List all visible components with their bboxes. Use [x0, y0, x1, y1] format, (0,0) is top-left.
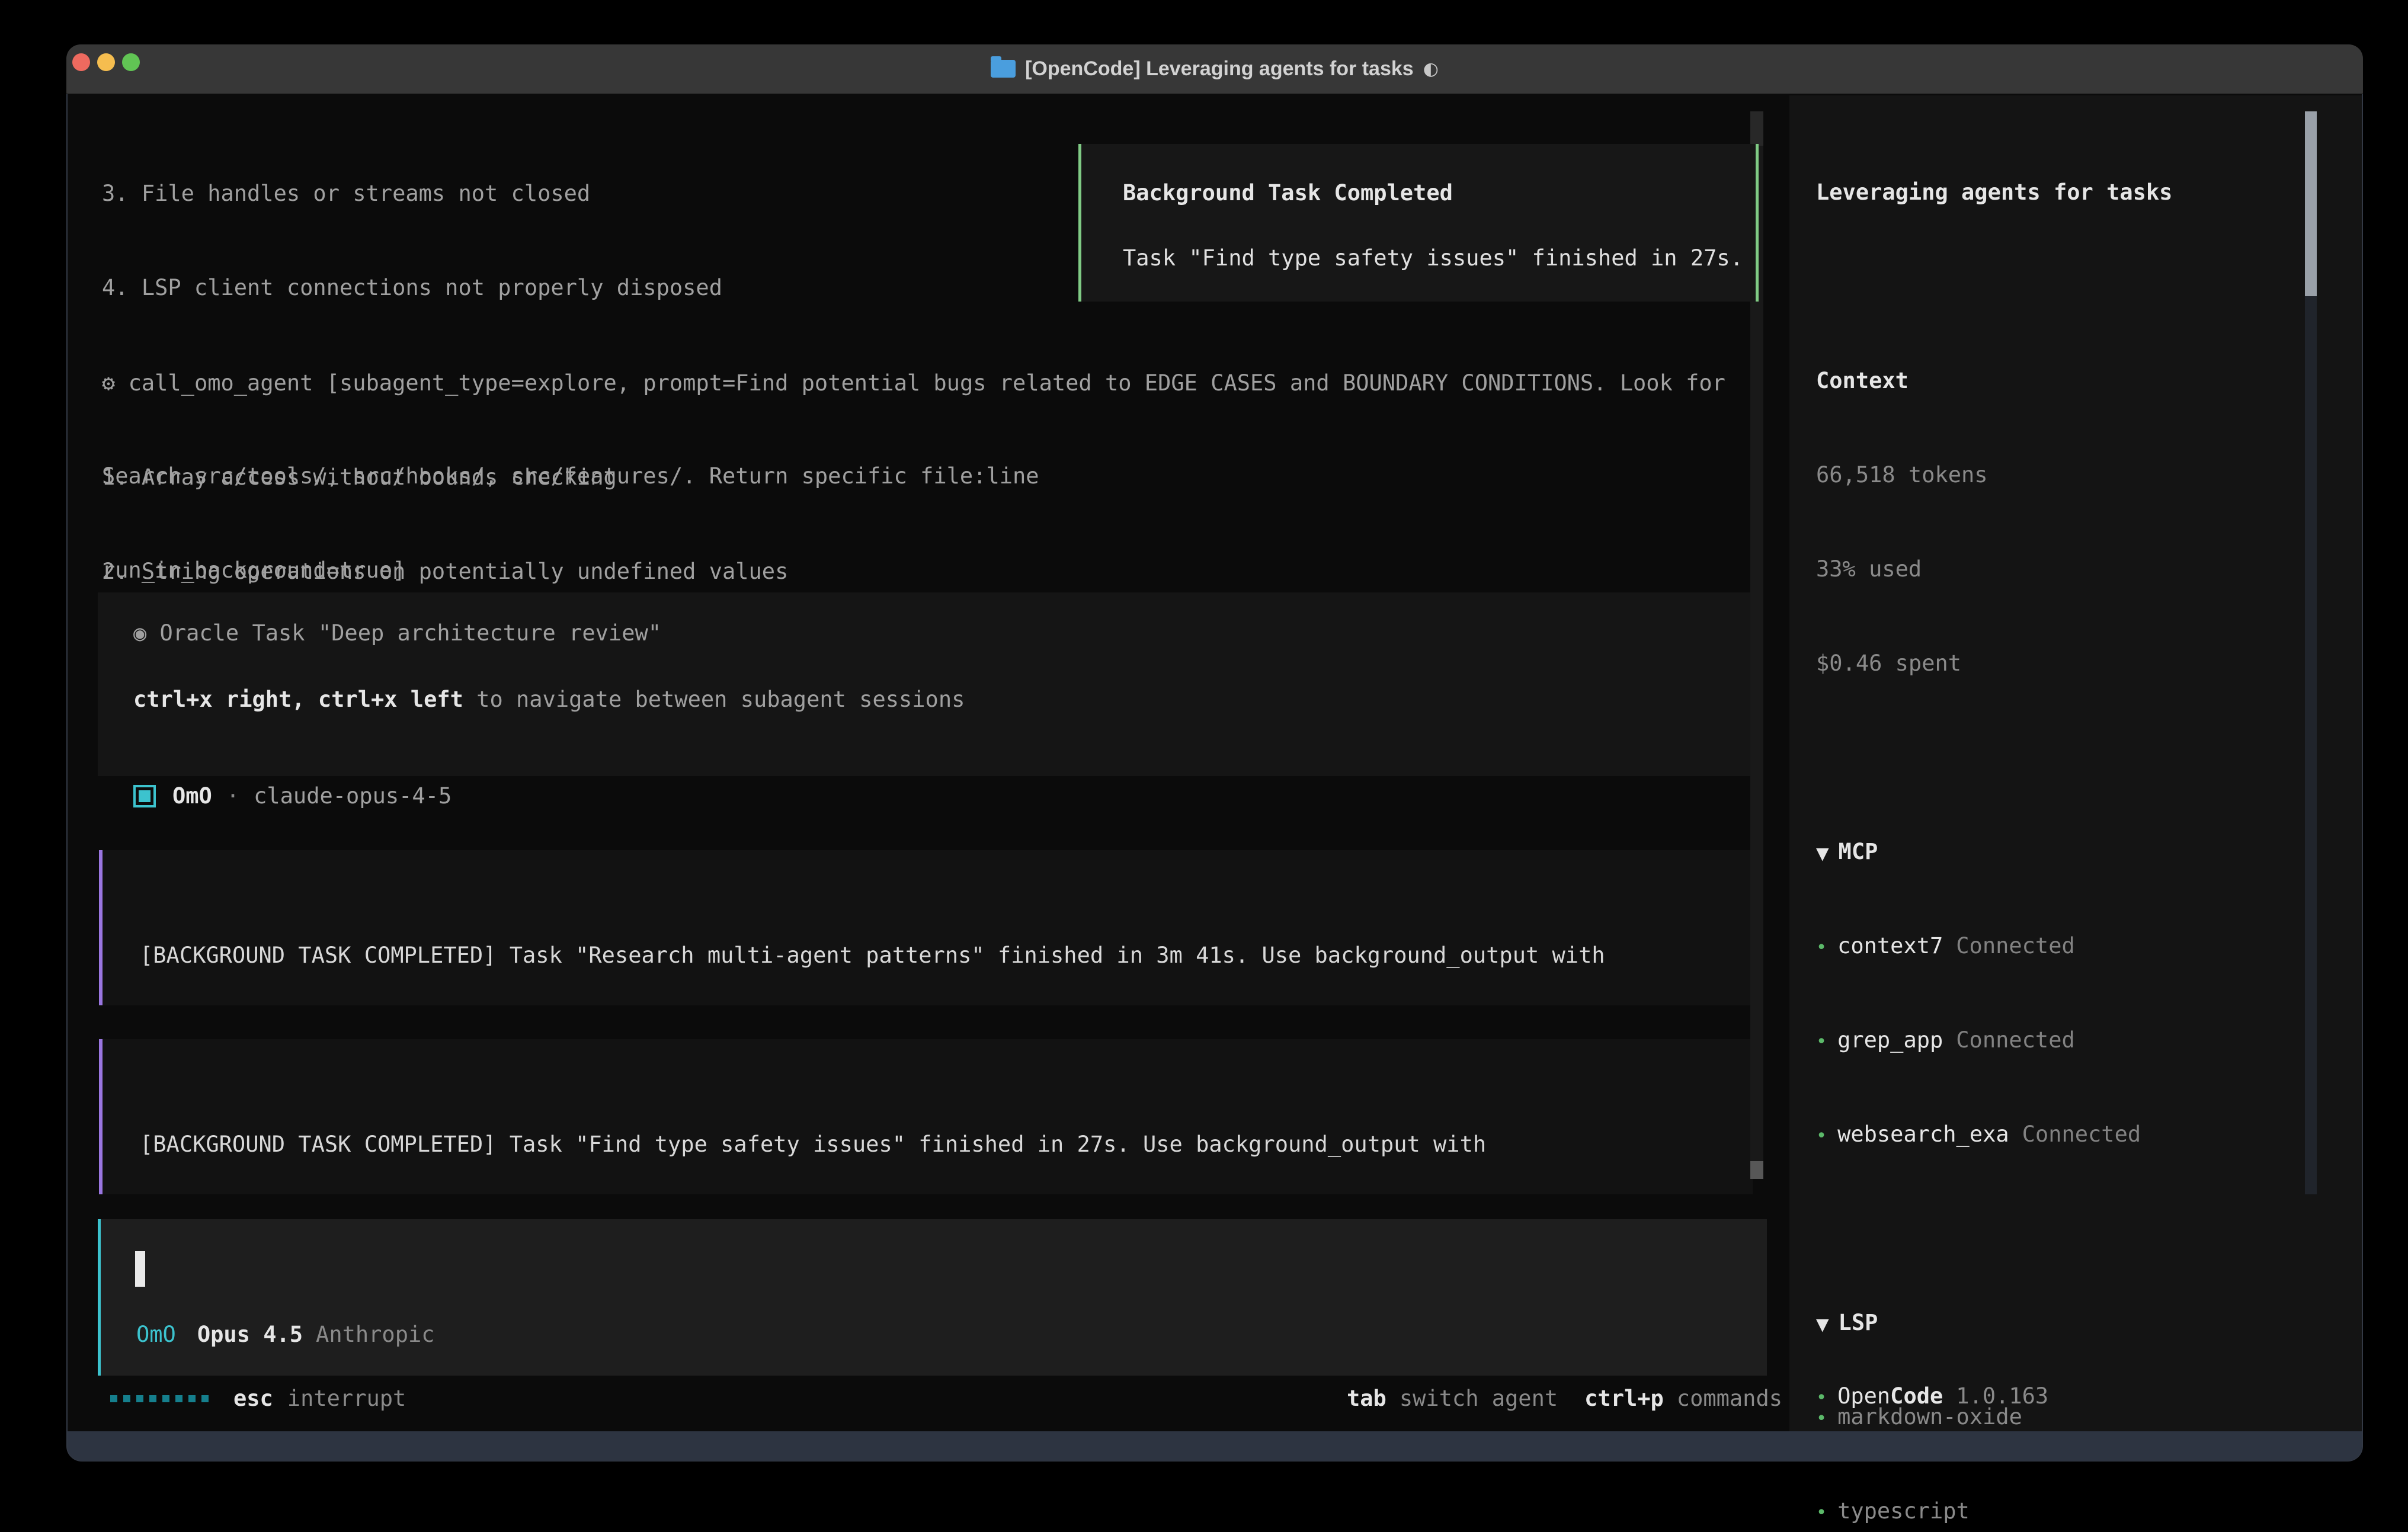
agent-square-icon	[133, 785, 156, 807]
statusbar-left: esc interrupt	[110, 1383, 406, 1414]
tab-action-label: switch agent	[1400, 1383, 1558, 1414]
sidebar: Leveraging agents for tasks Context 66,5…	[1816, 114, 2304, 1532]
background-task-message: [BACKGROUND TASK COMPLETED] Task "Resear…	[99, 850, 1753, 1005]
toast-title: Background Task Completed	[1123, 177, 1453, 209]
window-title-group: [OpenCode] Leveraging agents for tasks ◐	[991, 57, 1439, 81]
input-agent-name: OmO	[136, 1322, 176, 1347]
output-line: 1. Array access without bounds checking	[102, 461, 1725, 493]
close-button[interactable]	[72, 53, 90, 71]
model-indicator[interactable]: OmO Opus 4.5 Anthropic	[136, 1319, 435, 1350]
separator-dot: ·	[226, 780, 239, 812]
agent-name: OmO	[172, 780, 212, 812]
context-heading: Context	[1816, 365, 2304, 396]
main-scrollbar-thumb[interactable]	[1750, 1161, 1763, 1179]
mcp-name: grep_app	[1837, 1027, 1943, 1053]
app-version: 1.0.163	[1956, 1383, 2048, 1409]
lsp-name: typescript	[1837, 1498, 1970, 1524]
lsp-item: • typescript	[1816, 1495, 2304, 1527]
context-tokens: 66,518 tokens	[1816, 459, 2304, 491]
sidebar-footer: • OpenCode 1.0.163	[1816, 1380, 2048, 1414]
oracle-task-panel: ◉ Oracle Task "Deep architecture review"…	[98, 592, 1754, 776]
tool-call-header: ⚙ call_omo_agent [subagent_type=explore,…	[102, 367, 1725, 399]
text-cursor	[135, 1251, 145, 1287]
toast-body: Task "Find type safety issues" finished …	[1123, 242, 1743, 274]
agent-header: OmO · claude-opus-4-5	[133, 780, 451, 812]
status-dot-icon: •	[1816, 937, 1827, 958]
brand-open: Open	[1837, 1383, 1890, 1409]
session-title: Leveraging agents for tasks	[1816, 177, 2304, 208]
hint-text: to navigate between subagent sessions	[463, 687, 965, 712]
mcp-section-header[interactable]: ▼MCP	[1816, 836, 2304, 867]
maximize-button[interactable]	[122, 53, 140, 71]
mcp-name: websearch_exa	[1837, 1121, 2009, 1147]
notification-toast[interactable]: Background Task Completed Task "Find typ…	[1078, 144, 1759, 302]
background-task-message: [BACKGROUND TASK COMPLETED] Task "Find t…	[99, 1039, 1753, 1194]
input-provider: Anthropic	[316, 1322, 434, 1347]
sidebar-scrollbar-thumb[interactable]	[2305, 111, 2317, 296]
tab-key-hint: tab	[1347, 1383, 1386, 1414]
progress-circle-icon: ◐	[1423, 59, 1439, 79]
output-line: 3. File handles or streams not closed	[102, 178, 1039, 209]
folder-icon	[991, 60, 1016, 78]
output-line: 2. String operations on potentially unde…	[102, 556, 1725, 587]
status-dot-icon: •	[1816, 1126, 1827, 1146]
spinner-dots-icon	[110, 1395, 209, 1402]
input-model-name: Opus 4.5	[197, 1322, 303, 1347]
titlebar: [OpenCode] Leveraging agents for tasks ◐	[66, 44, 2363, 94]
status-dot-icon: •	[1816, 1387, 1827, 1408]
mcp-item: • websearch_exa Connected	[1816, 1118, 2304, 1150]
oracle-hint: ctrl+x right, ctrl+x left to navigate be…	[133, 684, 965, 715]
context-spent: $0.46 spent	[1816, 648, 2304, 679]
main-scrollbar-segment[interactable]	[1750, 111, 1763, 146]
lsp-section-header[interactable]: ▼LSP	[1816, 1307, 2304, 1338]
mcp-item: • grep_app Connected	[1816, 1024, 2304, 1056]
tool-call-text: call_omo_agent [subagent_type=explore, p…	[129, 370, 1725, 396]
mcp-status: Connected	[1956, 1027, 2074, 1053]
esc-key-hint: esc	[233, 1383, 273, 1414]
mcp-status: Connected	[1956, 933, 2074, 959]
mcp-status: Connected	[2022, 1121, 2141, 1147]
chevron-down-icon: ▼	[1816, 844, 1829, 863]
status-dot-icon: •	[1816, 1031, 1827, 1052]
minimize-button[interactable]	[97, 53, 115, 71]
prompt-input[interactable]	[98, 1219, 1767, 1376]
context-used: 33% used	[1816, 553, 2304, 585]
agent-model: claude-opus-4-5	[254, 780, 451, 812]
oracle-task-title: ◉ Oracle Task "Deep architecture review"	[133, 617, 661, 649]
brand-code: Code	[1890, 1383, 1943, 1409]
window-title: [OpenCode] Leveraging agents for tasks	[1025, 57, 1414, 81]
status-dot-icon: •	[1816, 1502, 1827, 1523]
mcp-name: context7	[1837, 933, 1943, 959]
mcp-item: • context7 Connected	[1816, 930, 2304, 961]
screen: [OpenCode] Leveraging agents for tasks ◐…	[0, 0, 2408, 1532]
ctrlp-action-label: commands	[1677, 1383, 1782, 1414]
task-line: [BACKGROUND TASK COMPLETED] Task "Find t…	[140, 1129, 1486, 1160]
esc-action-label: interrupt	[287, 1383, 406, 1414]
output-line: 4. LSP client connections not properly d…	[102, 272, 1039, 303]
ctrlp-key-hint: ctrl+p	[1584, 1383, 1664, 1414]
task-line: [BACKGROUND TASK COMPLETED] Task "Resear…	[140, 940, 1605, 971]
shortcut-keys: ctrl+x right, ctrl+x left	[133, 687, 463, 712]
statusbar-right: tab switch agent ctrl+p commands	[1347, 1383, 1782, 1414]
gear-icon: ⚙	[102, 370, 115, 396]
chevron-down-icon: ▼	[1816, 1315, 1829, 1334]
